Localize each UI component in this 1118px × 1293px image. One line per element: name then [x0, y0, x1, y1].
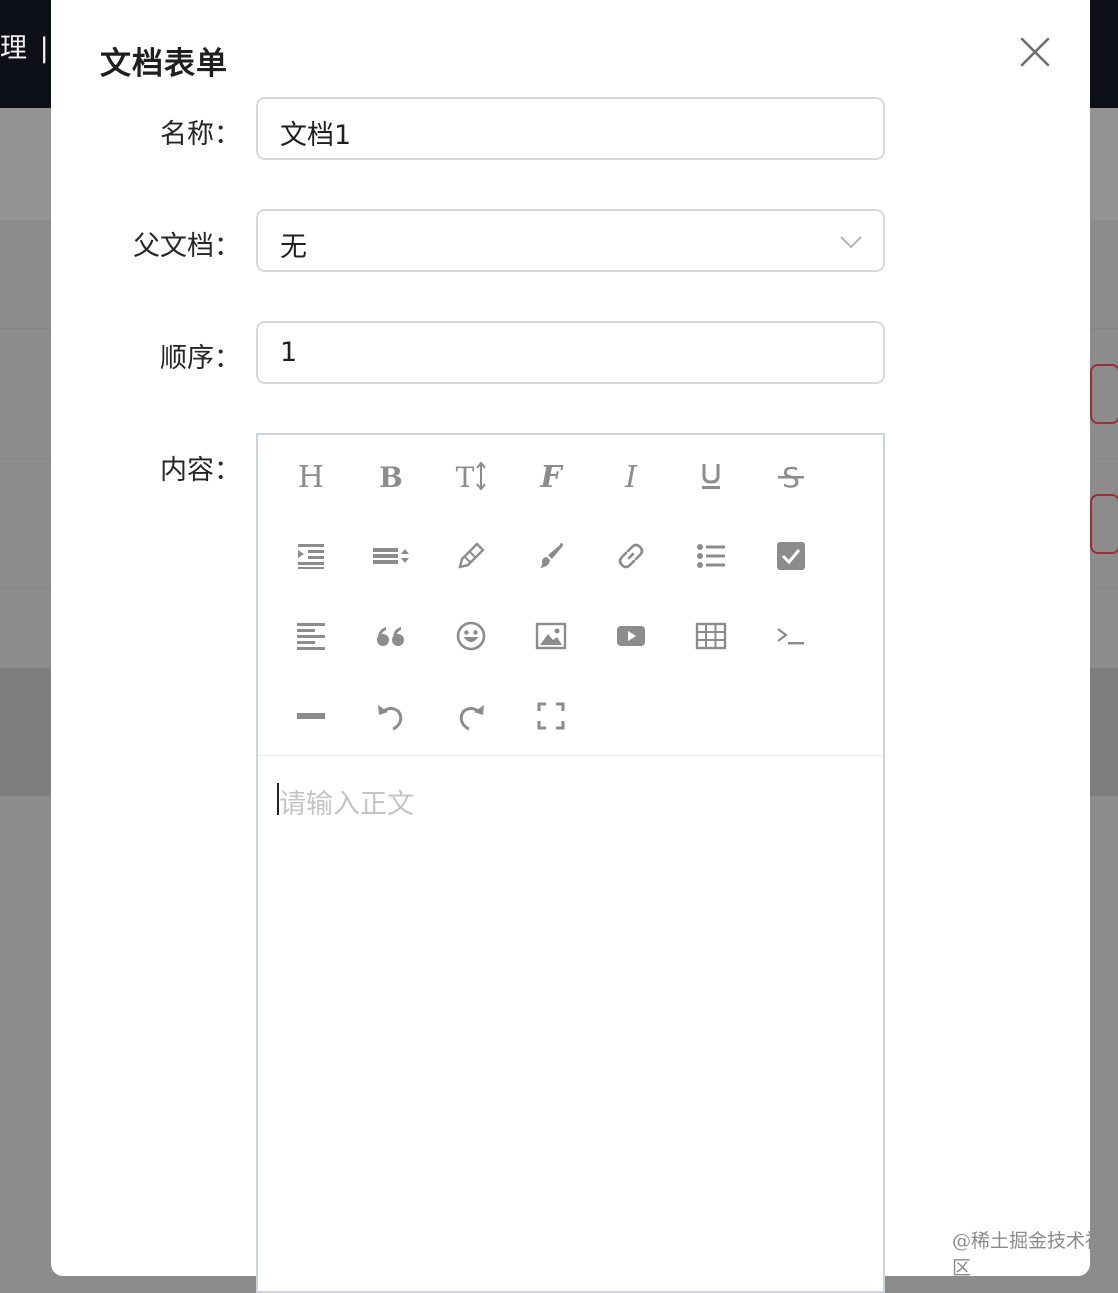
- order-input-value: 1: [280, 337, 298, 368]
- line-height-button[interactable]: [366, 531, 416, 581]
- watermark: @稀土掘金技术社区: [952, 1230, 1105, 1279]
- rich-text-editor: H B T F I S 请输入正文: [256, 433, 885, 1293]
- bullet-list-button[interactable]: [686, 531, 736, 581]
- emoji-icon: [456, 621, 486, 651]
- font-color-icon: [458, 542, 485, 569]
- background-delete-button: [1090, 494, 1118, 554]
- italic-button[interactable]: I: [606, 451, 656, 501]
- name-input[interactable]: 文档1: [256, 97, 885, 160]
- divider-icon: [297, 713, 325, 719]
- close-button[interactable]: [1017, 34, 1053, 70]
- name-label: 名称：: [160, 119, 241, 150]
- italic-icon: I: [624, 460, 638, 492]
- font-family-icon: F: [539, 460, 564, 492]
- chevron-down-icon: [840, 236, 862, 249]
- divider-button[interactable]: [286, 691, 336, 741]
- modal-title: 文档表单: [100, 46, 228, 82]
- background-color-button[interactable]: [526, 531, 576, 581]
- indent-icon: [298, 544, 324, 569]
- heading-button[interactable]: H: [286, 451, 336, 501]
- link-button[interactable]: [606, 531, 656, 581]
- content-label: 内容：: [160, 455, 241, 486]
- quote-button[interactable]: [366, 611, 416, 661]
- order-input[interactable]: 1: [256, 321, 885, 384]
- line-height-icon: [373, 548, 409, 564]
- bullet-list-icon: [697, 544, 725, 568]
- document-form-modal: 文档表单 名称： 文档1 父文档： 无 顺序： 1 内容： H B T F I …: [51, 0, 1090, 1293]
- table-button[interactable]: [686, 611, 736, 661]
- code-button[interactable]: [766, 611, 816, 661]
- strikethrough-icon: S: [778, 461, 804, 492]
- link-icon: [618, 543, 644, 569]
- editor-content-area[interactable]: 请输入正文: [258, 756, 883, 1291]
- svg-text:B: B: [379, 461, 403, 492]
- video-icon: [617, 626, 645, 646]
- underline-button[interactable]: [686, 451, 736, 501]
- background-color-icon: [540, 543, 563, 568]
- parent-select[interactable]: 无: [256, 209, 885, 272]
- emoji-button[interactable]: [446, 611, 496, 661]
- bold-icon: B: [379, 461, 403, 492]
- redo-button[interactable]: [446, 691, 496, 741]
- undo-button[interactable]: [366, 691, 416, 741]
- svg-text:T: T: [456, 461, 475, 492]
- bold-button[interactable]: B: [366, 451, 416, 501]
- video-button[interactable]: [606, 611, 656, 661]
- undo-icon: [378, 705, 403, 731]
- app-header-title: 理 |: [0, 33, 51, 64]
- svg-text:I: I: [624, 460, 638, 492]
- heading-icon: H: [298, 460, 324, 492]
- parent-label: 父文档：: [133, 231, 241, 262]
- font-size-icon: T: [456, 461, 486, 492]
- todo-checkbox-button[interactable]: [766, 531, 816, 581]
- font-size-button[interactable]: T: [446, 451, 496, 501]
- close-icon: [1020, 37, 1050, 67]
- svg-text:H: H: [298, 460, 324, 492]
- image-icon: [535, 622, 567, 650]
- table-icon: [695, 622, 727, 650]
- image-button[interactable]: [526, 611, 576, 661]
- fullscreen-button[interactable]: [526, 691, 576, 741]
- fullscreen-icon: [537, 702, 565, 730]
- code-icon: [777, 628, 804, 645]
- parent-select-value: 无: [280, 232, 307, 263]
- todo-checkbox-icon: [777, 542, 805, 570]
- indent-button[interactable]: [286, 531, 336, 581]
- font-color-button[interactable]: [446, 531, 496, 581]
- svg-text:F: F: [539, 460, 564, 492]
- justify-button[interactable]: [286, 611, 336, 661]
- justify-icon: [297, 623, 325, 650]
- redo-icon: [459, 705, 484, 731]
- strikethrough-button[interactable]: S: [766, 451, 816, 501]
- underline-icon: [702, 464, 720, 489]
- background-delete-button: [1090, 364, 1118, 424]
- editor-toolbar: H B T F I S: [258, 435, 883, 756]
- quote-icon: [377, 627, 404, 646]
- name-input-value: 文档1: [280, 120, 352, 151]
- font-family-button[interactable]: F: [526, 451, 576, 501]
- editor-placeholder: 请输入正文: [279, 789, 414, 820]
- order-label: 顺序：: [160, 343, 241, 374]
